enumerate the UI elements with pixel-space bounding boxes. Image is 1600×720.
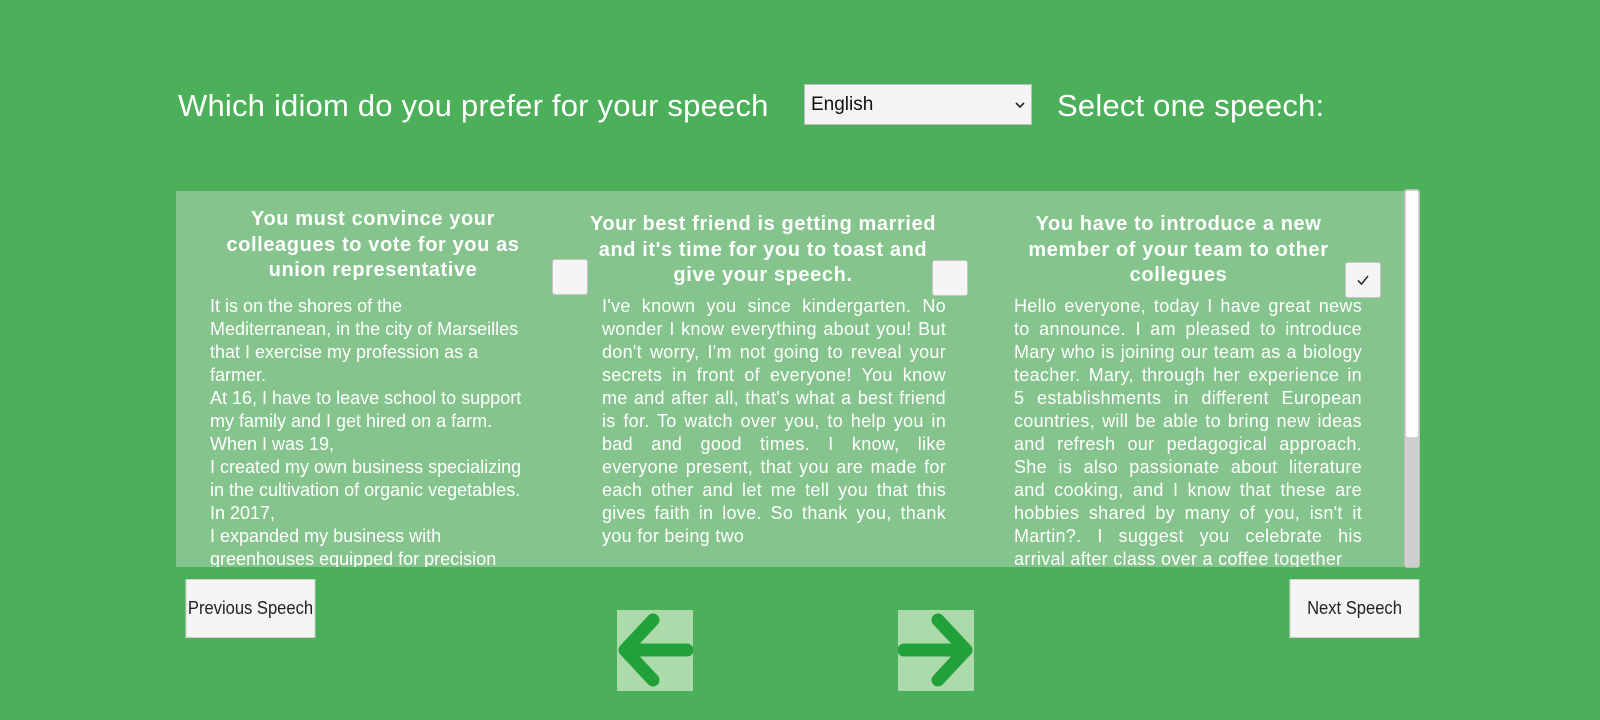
arrow-left-icon	[618, 613, 693, 687]
speech-title: You have to introduce a new member of yo…	[1028, 213, 1329, 286]
scrollbar-thumb[interactable]	[1406, 191, 1418, 437]
previous-speech-button[interactable]: Previous Speech	[185, 579, 316, 638]
previous-arrow-button[interactable]	[617, 610, 693, 691]
speech-title: You must convince your colleagues to vot…	[226, 208, 520, 281]
speech-card-team: You have to introduce a new member of yo…	[992, 191, 1381, 567]
language-select[interactable]: English	[804, 84, 1032, 125]
arrow-right-icon	[898, 613, 973, 687]
speech-text: It is on the shores of the Mediterranean…	[210, 296, 522, 567]
language-selected-value: English	[811, 93, 874, 115]
select-speech-label: Select one speech:	[1057, 88, 1325, 123]
speech-title: Your best friend is getting married and …	[589, 213, 937, 286]
next-speech-button[interactable]: Next Speech	[1289, 579, 1420, 638]
speech-checkbox-team[interactable]	[1345, 262, 1381, 298]
next-arrow-button[interactable]	[898, 610, 974, 691]
speech-text: I've known you since kindergarten. No wo…	[602, 296, 946, 546]
checkmark-icon	[1357, 275, 1369, 286]
speech-card-union: You must convince your colleagues to vot…	[188, 191, 588, 567]
speech-card-wedding: Your best friend is getting married and …	[578, 191, 968, 567]
chevron-down-icon	[1015, 101, 1025, 108]
speech-checkbox-wedding[interactable]	[932, 260, 968, 296]
idiom-question-label: Which idiom do you prefer for your speec…	[178, 88, 769, 123]
speech-text: Hello everyone, today I have great news …	[1014, 296, 1362, 567]
speech-panel-scrollbar[interactable]	[1404, 189, 1420, 568]
speech-panel: You must convince your colleagues to vot…	[176, 191, 1404, 567]
